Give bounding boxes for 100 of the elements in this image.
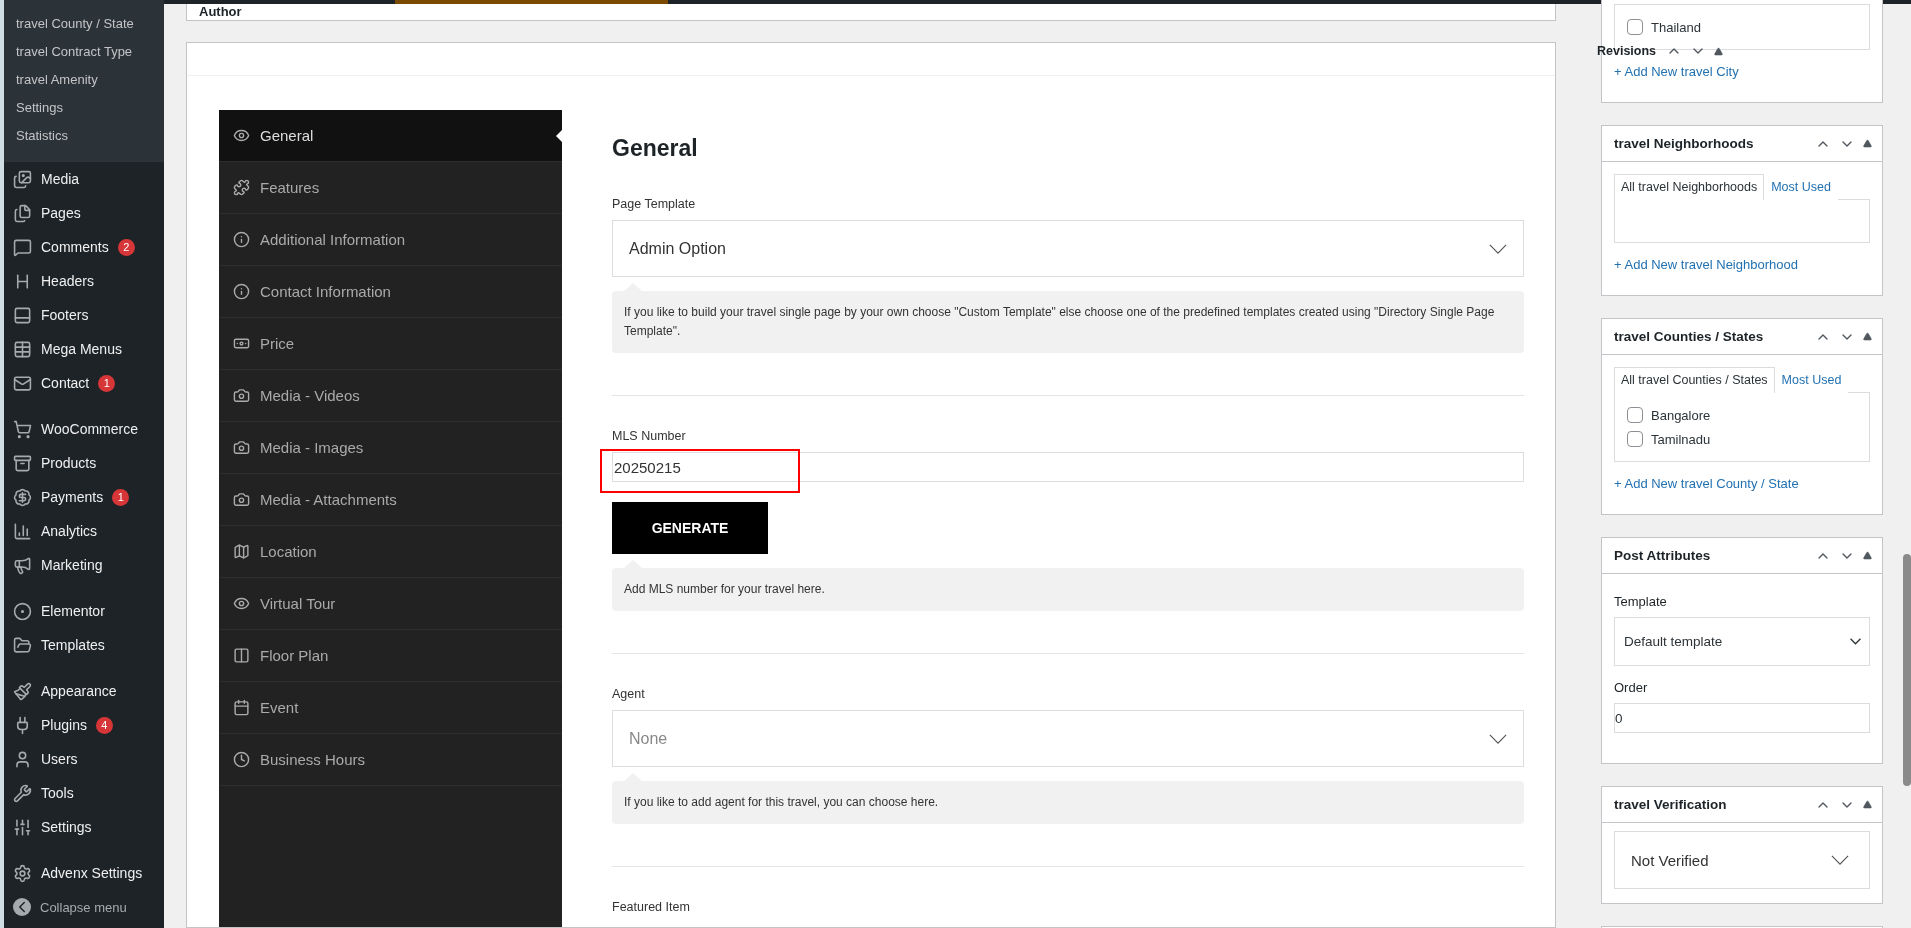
- columns-icon: [233, 647, 250, 664]
- section-heading: General: [612, 134, 699, 163]
- menu-item[interactable]: Plugins 4: [4, 708, 164, 742]
- triangle-icon[interactable]: [1863, 139, 1872, 148]
- paintbrush-icon: [13, 681, 32, 701]
- camera-icon: [233, 439, 250, 456]
- add-new-link[interactable]: + Add New travel Neighborhood: [1614, 257, 1798, 272]
- checkbox[interactable]: [1627, 19, 1643, 35]
- checkbox[interactable]: [1627, 431, 1643, 447]
- box-title: travel Neighborhoods: [1614, 136, 1754, 151]
- count-badge: 4: [95, 716, 113, 734]
- folder-icon: [13, 635, 32, 655]
- camera-icon: [233, 387, 250, 404]
- menu-item[interactable]: Settings: [4, 810, 164, 844]
- menu-item[interactable]: Comments 2: [4, 230, 164, 264]
- submenu-item[interactable]: travel County / State: [4, 10, 164, 38]
- menu-item[interactable]: Mega Menus: [4, 332, 164, 366]
- menu-item[interactable]: Media: [4, 162, 164, 196]
- triangle-icon[interactable]: [1863, 332, 1872, 341]
- clock-icon: [233, 751, 250, 768]
- count-badge: 2: [117, 238, 135, 256]
- select-field[interactable]: Admin Option: [612, 220, 1524, 277]
- menu-item[interactable]: Users: [4, 742, 164, 776]
- circle-icon: [13, 601, 32, 621]
- box-title: travel Verification: [1614, 797, 1727, 812]
- submenu-item[interactable]: travel Contract Type: [4, 38, 164, 66]
- dollar-icon: [13, 487, 32, 507]
- map-icon: [233, 543, 250, 560]
- triangle-icon[interactable]: [1863, 551, 1872, 560]
- info-icon: [233, 231, 250, 248]
- checkbox[interactable]: [1627, 407, 1643, 423]
- menu-item[interactable]: Footers: [4, 298, 164, 332]
- settings-icon: [13, 863, 32, 883]
- taxonomy-tab[interactable]: All travel Neighborhoods: [1614, 174, 1765, 200]
- submenu-item[interactable]: travel Amenity: [4, 66, 164, 94]
- menu-item[interactable]: Elementor: [4, 594, 164, 628]
- envelope-icon: [13, 373, 32, 393]
- pages-icon: [13, 203, 32, 223]
- footer-icon: [13, 305, 32, 325]
- tab-pointer: [556, 130, 562, 142]
- chevron-down-icon: [1850, 638, 1861, 645]
- field-label: MLS Number: [612, 428, 687, 444]
- count-badge: 1: [112, 488, 130, 506]
- template-select[interactable]: Default template: [1614, 617, 1870, 666]
- add-new-link[interactable]: + Add New travel County / State: [1614, 476, 1799, 491]
- field-label: Agent: [612, 686, 646, 702]
- select-field[interactable]: None: [612, 710, 1524, 767]
- order-field[interactable]: 0: [1614, 703, 1870, 733]
- menu-item[interactable]: Advenx Settings: [4, 856, 164, 890]
- count-badge: 1: [98, 374, 116, 392]
- collapse-icon: [13, 898, 31, 916]
- author-panel-title: Author: [186, 4, 1556, 21]
- field-label: Order: [1614, 680, 1649, 695]
- chevron-down-icon: [1489, 733, 1507, 744]
- chevron-down-icon: [1489, 243, 1507, 254]
- scrollbar-thumb[interactable]: [1903, 554, 1911, 786]
- taxonomy-tab[interactable]: All travel Counties / States: [1614, 367, 1775, 393]
- menu-item[interactable]: Templates: [4, 628, 164, 662]
- user-icon: [13, 749, 32, 769]
- submenu-item[interactable]: Statistics: [4, 122, 164, 150]
- generate-button[interactable]: GENERATE: [612, 502, 768, 554]
- options-tab[interactable]: General: [219, 110, 562, 162]
- media-icon: [13, 169, 32, 189]
- cart-icon: [13, 419, 32, 439]
- eye-icon: [233, 595, 250, 612]
- submenu-item[interactable]: Settings: [4, 94, 164, 122]
- menu-item[interactable]: Headers: [4, 264, 164, 298]
- menu-item[interactable]: Payments 1: [4, 480, 164, 514]
- field-label: Page Template: [612, 196, 697, 212]
- menu-item[interactable]: Marketing: [4, 548, 164, 582]
- info-icon: [233, 283, 250, 300]
- puzzle-icon: [233, 179, 250, 196]
- menu-item[interactable]: Products: [4, 446, 164, 480]
- menu-item[interactable]: Analytics: [4, 514, 164, 548]
- wrench-icon: [13, 783, 32, 803]
- add-new-link[interactable]: + Add New travel City: [1614, 64, 1739, 79]
- box-title: Post Attributes: [1614, 548, 1711, 563]
- menu-item[interactable]: Appearance: [4, 674, 164, 708]
- menu-item[interactable]: Pages: [4, 196, 164, 230]
- triangle-icon[interactable]: [1714, 46, 1724, 56]
- sliders-icon: [13, 817, 32, 837]
- menu-item[interactable]: WooCommerce: [4, 412, 164, 446]
- collapse-menu-button[interactable]: Collapse menu: [4, 890, 164, 924]
- checkbox-label: Bangalore: [1651, 407, 1711, 423]
- input-field[interactable]: 20250215: [612, 452, 1524, 482]
- archive-icon: [13, 453, 32, 473]
- menu-item[interactable]: Contact 1: [4, 366, 164, 400]
- field-label: Featured Item: [612, 899, 691, 915]
- eye-icon: [233, 127, 250, 144]
- camera-icon: [233, 491, 250, 508]
- triangle-icon[interactable]: [1863, 800, 1872, 809]
- field-label: Template: [1614, 594, 1668, 609]
- bar-chart-icon: [13, 521, 32, 541]
- menu-item[interactable]: Tools: [4, 776, 164, 810]
- verification-select[interactable]: Not Verified: [1614, 831, 1870, 889]
- calendar-icon: [233, 699, 250, 716]
- speech-bubble-icon: [13, 237, 32, 257]
- chevron-down-icon: [1831, 855, 1849, 865]
- checkbox-label: Tamilnadu: [1651, 431, 1711, 447]
- megaphone-icon: [13, 555, 32, 575]
